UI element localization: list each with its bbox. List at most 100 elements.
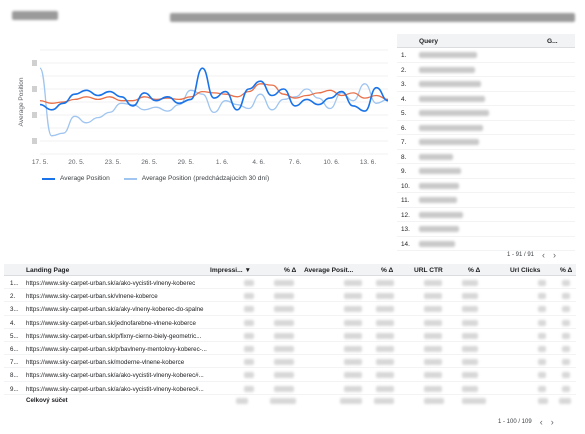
delta-position-value-redacted bbox=[376, 306, 394, 313]
landing-page-url[interactable]: https://www.sky-carpet-urban.sk/p/fixny-… bbox=[26, 333, 201, 340]
delta-clicks-value-redacted bbox=[562, 372, 570, 379]
landing-page-url[interactable]: https://www.sky-carpet-urban.sk/moderne-… bbox=[26, 359, 184, 366]
chevron-right-icon[interactable]: › bbox=[551, 418, 554, 427]
url-ctr-value-redacted bbox=[424, 332, 442, 339]
query-text-redacted bbox=[419, 81, 481, 87]
delta-position-value-redacted bbox=[376, 372, 394, 379]
landing-page-table: Landing Page Impressi... ▼ % Δ Average P… bbox=[4, 264, 576, 434]
landing-page-url[interactable]: https://www.sky-carpet-urban.sk/p/bavlne… bbox=[26, 346, 207, 353]
query-row[interactable]: 14. bbox=[397, 237, 575, 251]
url-clicks-value-redacted bbox=[538, 280, 546, 286]
chart-legend: Average Position Average Position (predc… bbox=[42, 175, 283, 182]
x-tick-label: 10. 6. bbox=[323, 159, 339, 166]
landing-table-row[interactable]: 9... https://www.sky-carpet-urban.sk/a/ak… bbox=[4, 382, 576, 395]
landing-page-url[interactable]: https://www.sky-carpet-urban.sk/a/aky-vl… bbox=[26, 306, 203, 313]
legend-item-previous[interactable]: Average Position (predchádzajúcich 30 dn… bbox=[123, 175, 269, 182]
delta-clicks-value-redacted bbox=[562, 346, 570, 352]
impressions-value-redacted bbox=[244, 372, 254, 379]
query-row-number: 12. bbox=[401, 211, 410, 219]
query-row-number: 9. bbox=[401, 168, 407, 175]
chevron-left-icon[interactable]: ‹ bbox=[540, 418, 543, 427]
query-table-header: Query G... bbox=[397, 34, 575, 48]
landing-page-url[interactable]: https://www.sky-carpet-urban.sk/jednofar… bbox=[26, 320, 196, 327]
chevron-right-icon[interactable]: › bbox=[553, 251, 556, 260]
landing-table-row[interactable]: 6... https://www.sky-carpet-urban.sk/p/ba… bbox=[4, 342, 576, 356]
landing-page-url[interactable]: https://www.sky-carpet-urban.sk/a/ako-vy… bbox=[26, 280, 195, 287]
delta-position-column-header[interactable]: % Δ bbox=[381, 267, 393, 274]
landing-page-url[interactable]: https://www.sky-carpet-urban.sk/a/ako-vy… bbox=[26, 386, 204, 393]
x-tick-label: 7. 6. bbox=[289, 159, 302, 166]
query-row[interactable]: 11. bbox=[397, 193, 575, 208]
delta-impressions-value-redacted bbox=[274, 359, 294, 366]
landing-table-row[interactable]: 7... https://www.sky-carpet-urban.sk/mode… bbox=[4, 355, 576, 369]
delta-ctr-column-header[interactable]: % Δ bbox=[468, 267, 480, 274]
landing-table-row[interactable]: 2. https://www.sky-carpet-urban.sk/vlnene… bbox=[4, 289, 576, 303]
query-text-redacted bbox=[419, 168, 461, 174]
delta-position-value-redacted bbox=[376, 359, 394, 366]
delta-impressions-column-header[interactable]: % Δ bbox=[284, 267, 296, 274]
landing-page-url[interactable]: https://www.sky-carpet-urban.sk/vlnene-k… bbox=[26, 293, 158, 300]
total-delta-ctr-redacted bbox=[462, 398, 486, 404]
row-number: 9... bbox=[10, 385, 19, 393]
query-row[interactable]: 10. bbox=[397, 179, 575, 193]
delta-clicks-column-header[interactable]: % Δ bbox=[560, 267, 572, 274]
query-row-number: 10. bbox=[401, 182, 410, 190]
query-row-number: 11. bbox=[401, 197, 410, 204]
x-tick-label: 13. 6. bbox=[360, 159, 376, 166]
query-row[interactable]: 3. bbox=[397, 77, 575, 92]
chevron-left-icon[interactable]: ‹ bbox=[542, 251, 545, 260]
impressions-column-header[interactable]: Impressi... ▼ bbox=[210, 267, 251, 274]
series-line-0[interactable] bbox=[39, 67, 389, 112]
avg-position-column-header[interactable]: Average Posit... bbox=[304, 267, 353, 274]
query-column-header[interactable]: Query bbox=[419, 38, 438, 45]
query-row[interactable]: 5. bbox=[397, 106, 575, 121]
query-row[interactable]: 6. bbox=[397, 121, 575, 135]
url-clicks-value-redacted bbox=[538, 385, 546, 392]
url-ctr-value-redacted bbox=[424, 372, 442, 379]
total-delta-position-redacted bbox=[374, 398, 394, 404]
delta-ctr-value-redacted bbox=[462, 346, 478, 352]
url-ctr-value-redacted bbox=[424, 280, 442, 286]
query-row[interactable]: 13. bbox=[397, 222, 575, 237]
query-row[interactable]: 7. bbox=[397, 135, 575, 150]
landing-table-total-row: Celkový súčet bbox=[4, 394, 576, 406]
landing-page-column-header[interactable]: Landing Page bbox=[26, 267, 69, 274]
query-row[interactable]: 2. bbox=[397, 63, 575, 77]
landing-table-row[interactable]: 5... https://www.sky-carpet-urban.sk/p/fi… bbox=[4, 329, 576, 342]
url-clicks-value-redacted bbox=[538, 306, 546, 313]
query-row[interactable]: 9. bbox=[397, 164, 575, 179]
delta-impressions-value-redacted bbox=[274, 293, 294, 300]
url-clicks-column-header[interactable]: Url Clicks bbox=[510, 267, 540, 274]
impressions-value-redacted bbox=[244, 319, 254, 326]
url-ctr-column-header[interactable]: URL CTR bbox=[414, 267, 443, 274]
total-impressions-redacted bbox=[236, 398, 248, 404]
query-text-redacted bbox=[419, 153, 453, 160]
landing-table-header: Landing Page Impressi... ▼ % Δ Average P… bbox=[4, 264, 576, 276]
landing-table-row[interactable]: 1... https://www.sky-carpet-urban.sk/a/ak… bbox=[4, 276, 576, 290]
delta-position-value-redacted bbox=[376, 332, 394, 339]
total-delta-clicks-redacted bbox=[559, 398, 571, 404]
y-tick-label-redacted bbox=[32, 60, 37, 66]
impressions-value-redacted bbox=[244, 346, 254, 352]
delta-impressions-value-redacted bbox=[274, 372, 294, 379]
avg-position-value-redacted bbox=[344, 293, 362, 300]
landing-table-row[interactable]: 3... https://www.sky-carpet-urban.sk/a/ak… bbox=[4, 302, 576, 316]
metric-column-header[interactable]: G... bbox=[547, 38, 558, 45]
delta-ctr-value-redacted bbox=[462, 280, 478, 286]
query-row-number: 14. bbox=[401, 240, 410, 248]
query-pager-text: 1 - 91 / 91 bbox=[507, 252, 535, 258]
row-number: 2. bbox=[10, 293, 16, 301]
query-table: Query G... 1. 2. 3. 4. 5. 6. 7. 8. 9. 10. 11. 12. 13… bbox=[397, 34, 575, 264]
landing-table-row[interactable]: 4. https://www.sky-carpet-urban.sk/jednof… bbox=[4, 316, 576, 329]
landing-table-row[interactable]: 8... https://www.sky-carpet-urban.sk/a/ak… bbox=[4, 368, 576, 382]
legend-item-current[interactable]: Average Position bbox=[42, 175, 110, 182]
query-row[interactable]: 1. bbox=[397, 48, 575, 63]
query-row[interactable]: 8. bbox=[397, 150, 575, 164]
landing-page-url[interactable]: https://www.sky-carpet-urban.sk/a/ako-vy… bbox=[26, 372, 204, 379]
delta-position-value-redacted bbox=[376, 385, 394, 392]
delta-ctr-value-redacted bbox=[462, 385, 478, 392]
query-row[interactable]: 12. bbox=[397, 208, 575, 222]
y-tick-label-redacted bbox=[32, 86, 37, 92]
query-row[interactable]: 4. bbox=[397, 92, 575, 106]
average-position-chart[interactable]: Average Position 17. 5. 20. 5. 23. 5. 26. 5.… bbox=[12, 38, 390, 198]
